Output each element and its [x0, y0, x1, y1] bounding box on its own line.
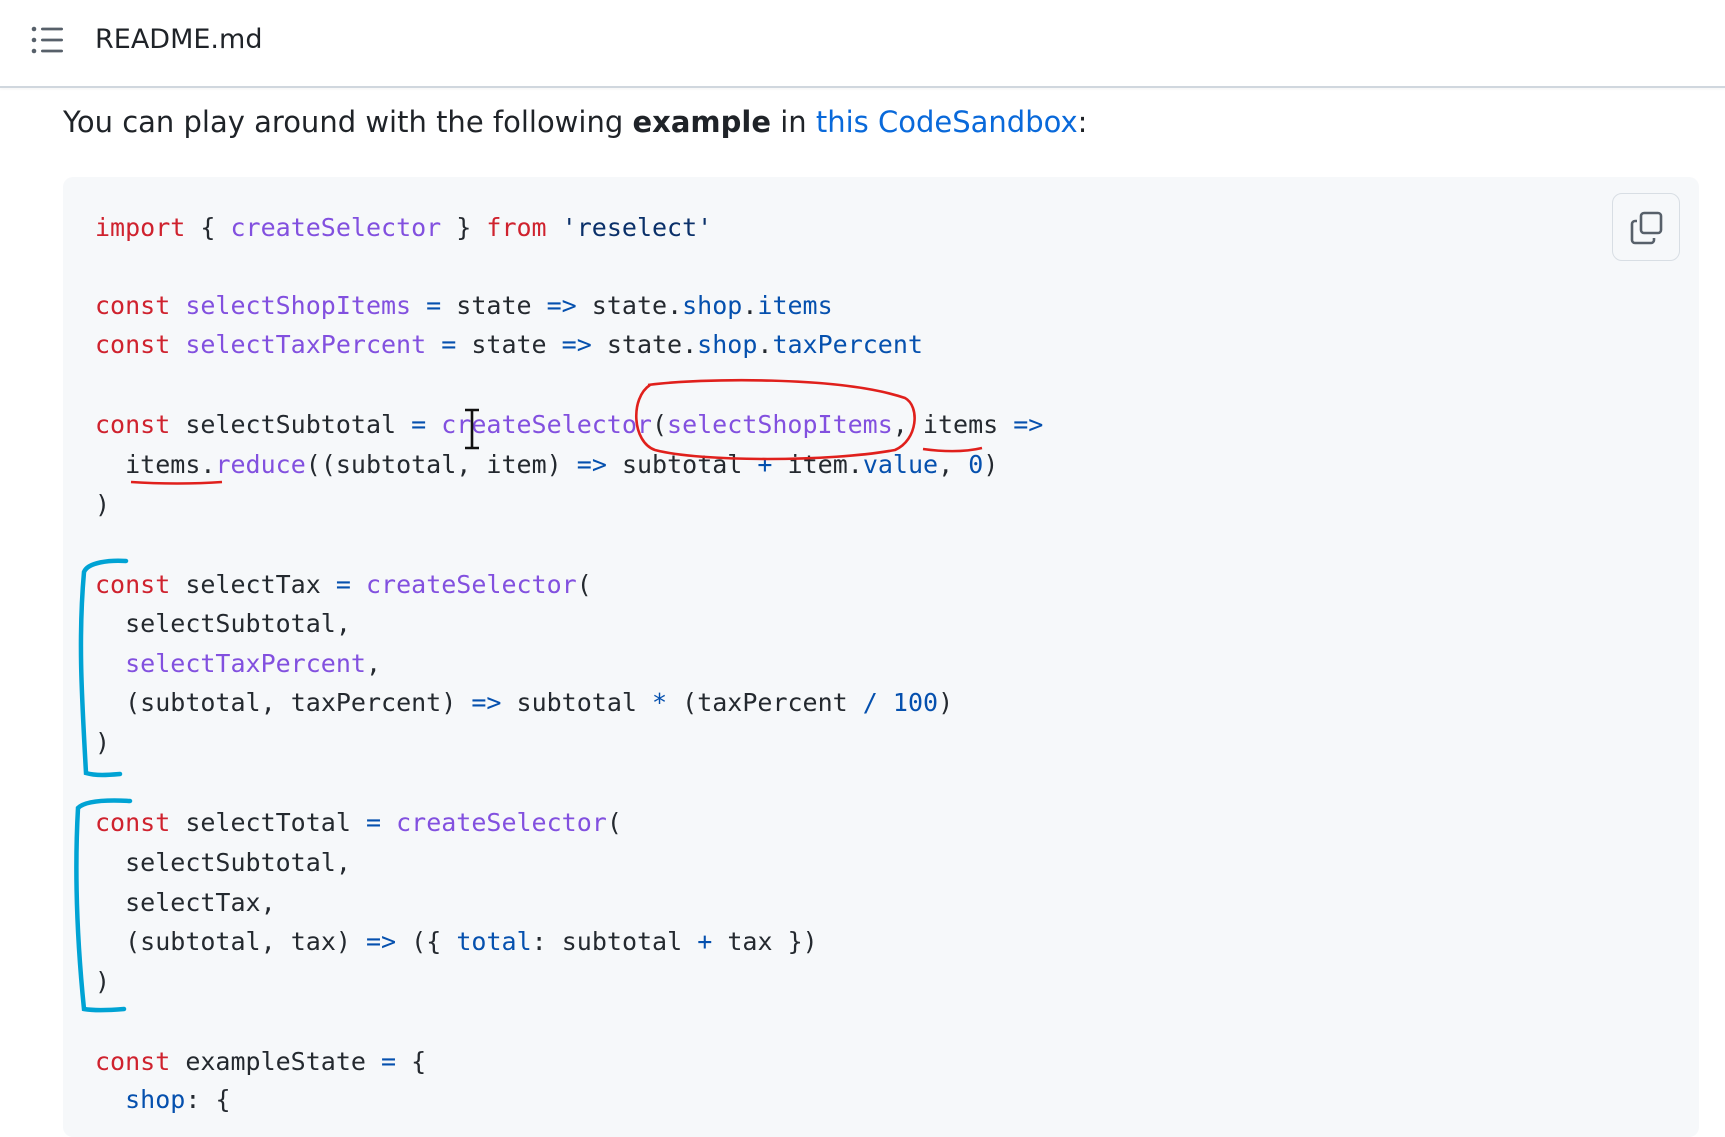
copy-icon	[1630, 211, 1663, 245]
code-line: selectTax,	[125, 888, 276, 917]
code-line: )	[95, 728, 111, 757]
intro-bold: example	[632, 105, 771, 139]
file-name: README.md	[95, 24, 263, 55]
code-line: selectSubtotal,	[125, 609, 351, 638]
file-header: README.md	[0, 0, 1725, 88]
intro-text-middle: in	[771, 105, 816, 139]
codesandbox-link[interactable]: this CodeSandbox	[816, 105, 1078, 139]
code-line: selectSubtotal,	[125, 848, 351, 877]
code-line: const selectTaxPercent = state => state.…	[95, 330, 923, 359]
intro-text-end: :	[1077, 105, 1088, 139]
code-line: const selectSubtotal = createSelector(se…	[95, 410, 1044, 439]
list-unordered-icon[interactable]	[31, 25, 65, 55]
code-line: shop: {	[125, 1085, 231, 1114]
intro-paragraph: You can play around with the following e…	[63, 102, 1087, 142]
code-line: const exampleState = {	[95, 1047, 427, 1076]
copy-button[interactable]	[1612, 193, 1680, 261]
code-line: items.reduce((subtotal, item) => subtota…	[125, 450, 999, 479]
code-line: const selectShopItems = state => state.s…	[95, 291, 833, 320]
code-line: (subtotal, tax) => ({ total: subtotal + …	[125, 927, 818, 956]
code-line: )	[95, 490, 111, 519]
code-line: import { createSelector } from 'reselect…	[95, 213, 713, 242]
intro-text: You can play around with the following	[63, 105, 633, 139]
code-line: const selectTax = createSelector(	[95, 570, 592, 599]
code-line: const selectTotal = createSelector(	[95, 808, 622, 837]
text-cursor-icon	[465, 408, 479, 450]
code-line: (subtotal, taxPercent) => subtotal * (ta…	[125, 688, 954, 717]
code-line: selectTaxPercent,	[125, 649, 381, 678]
code-line: )	[95, 967, 111, 996]
